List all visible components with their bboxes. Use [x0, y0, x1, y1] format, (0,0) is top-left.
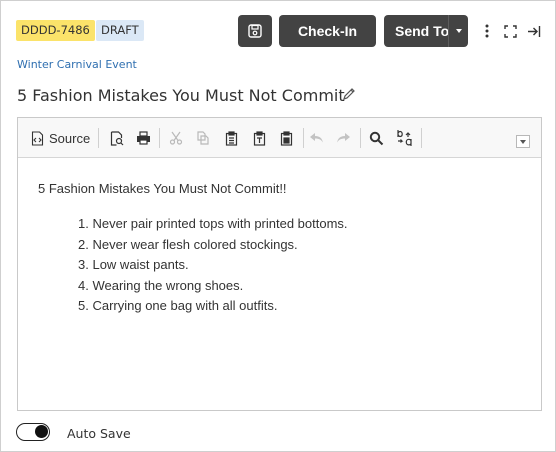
content-paragraph: 5 Fashion Mistakes You Must Not Commit!! — [38, 181, 287, 196]
list-item: 2. Never wear flesh colored stockings. — [78, 235, 348, 256]
cut-button[interactable] — [166, 128, 186, 148]
toolbar-more-dropdown[interactable] — [516, 135, 530, 148]
document-id-badge: DDDD-7486 — [16, 20, 95, 41]
expand-icon[interactable] — [501, 21, 519, 41]
editor-toolbar: Source — [18, 118, 541, 158]
check-in-button[interactable]: Check-In — [279, 15, 376, 47]
toolbar-separator — [303, 128, 304, 148]
source-label: Source — [49, 130, 91, 146]
list-item-text: Never pair printed tops with printed bot… — [92, 216, 348, 231]
list-item: 5. Carrying one bag with all outfits. — [78, 296, 348, 317]
send-to-button[interactable]: Send To — [384, 15, 468, 47]
status-badge: DRAFT — [96, 20, 144, 41]
list-item-number: 1. — [78, 216, 89, 231]
paste-text-icon — [253, 130, 265, 146]
toolbar-separator — [98, 128, 99, 148]
find-button[interactable] — [366, 128, 386, 148]
toolbar-separator — [360, 128, 361, 148]
paste-word-button[interactable] — [276, 128, 296, 148]
undo-button[interactable] — [306, 128, 326, 148]
paste-button[interactable] — [221, 128, 241, 148]
list-item-text: Low waist pants. — [92, 257, 189, 272]
list-item: 3. Low waist pants. — [78, 255, 348, 276]
redo-icon — [336, 133, 350, 143]
clipboard-icon — [225, 130, 237, 146]
paste-text-button[interactable] — [249, 128, 269, 148]
auto-save-toggle[interactable] — [16, 423, 50, 441]
list-item: 4. Wearing the wrong shoes. — [78, 276, 348, 297]
list-item-text: Carrying one bag with all outfits. — [92, 298, 278, 313]
rich-text-editor: Source 5 Fashion Mistakes You Must Not C… — [17, 117, 542, 411]
find-replace-icon — [397, 130, 412, 146]
pencil-edit-icon[interactable] — [342, 87, 356, 101]
auto-save-label: Auto Save — [67, 426, 131, 441]
document-title: 5 Fashion Mistakes You Must Not Commit — [17, 86, 345, 105]
floppy-disk-icon — [248, 24, 262, 38]
document-editor-panel: DDDD-7486 DRAFT Check-In Send To Winter … — [0, 0, 556, 452]
save-button[interactable] — [238, 15, 272, 47]
source-button[interactable]: Source — [31, 128, 93, 148]
list-item-text: Wearing the wrong shoes. — [92, 277, 244, 293]
list-item-number: 5. — [78, 298, 89, 313]
event-link[interactable]: Winter Carnival Event — [17, 58, 137, 71]
list-item-number: 3. — [78, 257, 89, 272]
toolbar-separator — [159, 128, 160, 148]
replace-button[interactable] — [393, 128, 415, 148]
undo-icon — [309, 133, 323, 143]
printer-icon — [136, 131, 150, 145]
list-item-text: Never wear flesh colored stockings. — [92, 236, 298, 252]
list-item: 1. Never pair printed tops with printed … — [78, 214, 348, 235]
preview-icon — [110, 130, 124, 146]
caret-down-icon — [520, 139, 526, 144]
paste-word-icon — [280, 130, 292, 146]
more-options-icon[interactable] — [478, 21, 496, 41]
list-item-number: 2. — [78, 236, 89, 252]
scissors-icon — [169, 131, 183, 145]
preview-button[interactable] — [107, 128, 127, 148]
print-button[interactable] — [133, 128, 153, 148]
send-to-dropdown-toggle[interactable] — [448, 15, 468, 47]
copy-icon — [197, 131, 209, 145]
caret-down-icon — [455, 29, 462, 33]
list-item-number: 4. — [78, 277, 89, 293]
content-list: 1. Never pair printed tops with printed … — [78, 214, 348, 317]
magnifier-icon — [369, 131, 383, 145]
collapse-panel-icon[interactable] — [525, 21, 543, 41]
redo-button[interactable] — [333, 128, 353, 148]
toolbar-separator — [421, 128, 422, 148]
copy-button[interactable] — [193, 128, 213, 148]
toggle-knob — [35, 425, 48, 438]
source-code-icon — [31, 130, 44, 146]
send-to-label: Send To — [395, 23, 450, 39]
